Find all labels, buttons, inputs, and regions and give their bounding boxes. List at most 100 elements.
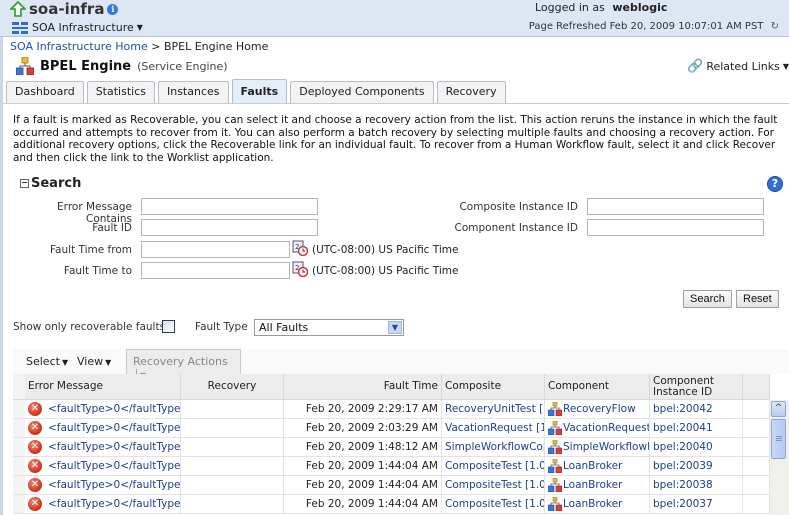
row-selector[interactable] — [13, 476, 25, 494]
bpel-component-icon — [548, 421, 562, 435]
related-links-menu[interactable]: 🔗 Related Links ▼ — [687, 59, 789, 74]
view-menu-label: View — [77, 355, 104, 368]
composite-link[interactable]: CompositeTest [1.0] — [442, 476, 545, 494]
recovery-cell[interactable] — [181, 476, 284, 494]
component-link[interactable]: LoanBroker — [563, 479, 622, 491]
recovery-cell[interactable] — [181, 400, 284, 418]
composite-link[interactable]: VacationRequest [1.0] — [442, 419, 545, 437]
grip-icon — [776, 436, 782, 437]
recovery-cell[interactable] — [181, 457, 284, 475]
fault-type-select[interactable]: All Faults ▼ — [254, 319, 404, 336]
collapse-icon[interactable]: − — [20, 179, 29, 188]
timezone-from: (UTC-08:00) US Pacific Time — [312, 244, 459, 256]
breadcrumb-separator: > — [147, 40, 164, 53]
row-selector[interactable] — [13, 457, 25, 475]
calendar-icon[interactable]: 2 — [292, 261, 308, 277]
composite-link[interactable]: RecoveryUnitTest [1.0] — [442, 400, 545, 418]
tab-dashboard[interactable]: Dashboard — [6, 81, 84, 103]
fault-time-cell: Feb 20, 2009 1:44:04 AM — [284, 457, 442, 475]
error-message-input[interactable] — [141, 198, 318, 215]
breadcrumb-soa-home[interactable]: SOA Infrastructure Home — [10, 40, 148, 53]
chevron-down-icon: ▼ — [136, 23, 143, 32]
table-row[interactable]: ✕ <faultType>0</faultType> Feb 20, 2009 1:… — [13, 438, 770, 457]
component-instance-id-link[interactable]: bpel:20038 — [650, 476, 743, 494]
error-message-cell: ✕ <faultType>0</faultType> — [25, 438, 181, 456]
scroll-up-button[interactable]: ^ — [771, 401, 786, 417]
select-menu[interactable]: Select ▼ — [26, 355, 68, 368]
tab-recovery[interactable]: Recovery — [436, 81, 506, 103]
tab-deployed-components[interactable]: Deployed Components — [290, 81, 434, 103]
error-message-link[interactable]: <faultType>0</faultType> — [48, 498, 180, 510]
component-instance-id-input[interactable] — [587, 219, 764, 236]
error-message-cell: ✕ <faultType>0</faultType> — [25, 476, 181, 494]
component-instance-id-link[interactable]: bpel:20040 — [650, 438, 743, 456]
scrollbar-thumb[interactable] — [771, 419, 786, 459]
error-message-link[interactable]: <faultType>0</faultType> — [48, 422, 180, 434]
column-header-component[interactable]: Component — [545, 374, 650, 399]
target-menu[interactable]: SOA Infrastructure ▼ — [12, 21, 143, 34]
table-row[interactable]: ✕ <faultType>0</faultType> Feb 20, 2009 1:… — [13, 495, 770, 514]
component-link[interactable]: SimpleWorkflowProcess — [563, 441, 649, 453]
tab-faults[interactable]: Faults — [231, 79, 288, 103]
component-link[interactable]: RecoveryFlow — [563, 403, 636, 415]
info-icon[interactable]: i — [107, 3, 119, 15]
fault-time-from-input[interactable] — [141, 241, 290, 258]
row-selector[interactable] — [13, 400, 25, 418]
error-message-link[interactable]: <faultType>0</faultType> — [48, 441, 180, 453]
component-instance-id-link[interactable]: bpel:20039 — [650, 457, 743, 475]
table-row[interactable]: ✕ <faultType>0</faultType> Feb 20, 2009 2:… — [13, 419, 770, 438]
error-message-cell: ✕ <faultType>0</faultType> — [25, 419, 181, 437]
column-header-filler — [743, 374, 770, 399]
component-link[interactable]: LoanBroker — [563, 498, 622, 510]
recovery-cell[interactable] — [181, 419, 284, 437]
fault-time-cell: Feb 20, 2009 2:29:17 AM — [284, 400, 442, 418]
fault-time-to-input[interactable] — [141, 262, 290, 279]
component-instance-id-link[interactable]: bpel:20037 — [650, 495, 743, 513]
column-header-component-instance-id[interactable]: Component Instance ID — [650, 374, 743, 399]
composite-instance-id-input[interactable] — [587, 198, 764, 215]
error-message-link[interactable]: <faultType>0</faultType> — [48, 479, 180, 491]
reset-button[interactable]: Reset — [736, 290, 779, 308]
table-row[interactable]: ✕ <faultType>0</faultType> Feb 20, 2009 1:… — [13, 457, 770, 476]
recovery-cell[interactable] — [181, 438, 284, 456]
search-button[interactable]: Search — [683, 290, 732, 308]
row-filler — [743, 400, 770, 418]
logged-in-label: Logged in as — [535, 1, 605, 14]
component-instance-id-link[interactable]: bpel:20041 — [650, 419, 743, 437]
view-menu[interactable]: View ▼ — [77, 355, 111, 368]
column-header-composite[interactable]: Composite — [442, 374, 545, 399]
component-cell: LoanBroker — [545, 457, 650, 475]
table-row[interactable]: ✕ <faultType>0</faultType> Feb 20, 2009 1:… — [13, 476, 770, 495]
composite-link[interactable]: CompositeTest [1.0] — [442, 495, 545, 513]
error-message-link[interactable]: <faultType>0</faultType> — [48, 403, 180, 415]
username[interactable]: weblogic — [612, 1, 667, 14]
recovery-cell[interactable] — [181, 495, 284, 513]
column-header-error-message[interactable]: Error Message — [25, 374, 181, 399]
composite-link[interactable]: CompositeTest [1.0] — [442, 457, 545, 475]
composite-link[interactable]: SimpleWorkflowComposite — [442, 438, 545, 456]
component-link[interactable]: LoanBroker — [563, 460, 622, 472]
table-row[interactable]: ✕ <faultType>0</faultType> Feb 20, 2009 2:… — [13, 400, 770, 419]
row-selector[interactable] — [13, 419, 25, 437]
search-section-header[interactable]: − Search — [20, 176, 81, 191]
app-name: soa-infra — [29, 0, 105, 18]
row-selector[interactable] — [13, 438, 25, 456]
calendar-icon[interactable]: 2 — [292, 240, 308, 256]
refresh-icon[interactable]: ↻ — [771, 21, 779, 32]
recovery-actions-button[interactable]: Recovery Actions▼ — [126, 349, 241, 382]
help-icon[interactable]: ? — [767, 176, 783, 192]
recoverable-only-checkbox[interactable] — [162, 320, 175, 333]
fault-id-input[interactable] — [141, 219, 318, 236]
chevron-down-icon[interactable]: ▼ — [388, 321, 402, 334]
error-message-link[interactable]: <faultType>0</faultType> — [48, 460, 180, 472]
row-selector[interactable] — [13, 495, 25, 513]
tab-instances[interactable]: Instances — [157, 81, 229, 103]
tab-statistics[interactable]: Statistics — [86, 81, 155, 103]
select-menu-label: Select — [26, 355, 60, 368]
component-instance-id-link[interactable]: bpel:20042 — [650, 400, 743, 418]
fault-type-label: Fault Type — [195, 321, 248, 333]
component-link[interactable]: VacationRequestProcess — [563, 422, 649, 434]
column-header-recovery[interactable]: Recovery — [181, 374, 284, 399]
column-header-fault-time[interactable]: Fault Time — [284, 374, 442, 399]
global-header: soa-infra i SOA Infrastructure ▼ Logged … — [0, 0, 789, 37]
